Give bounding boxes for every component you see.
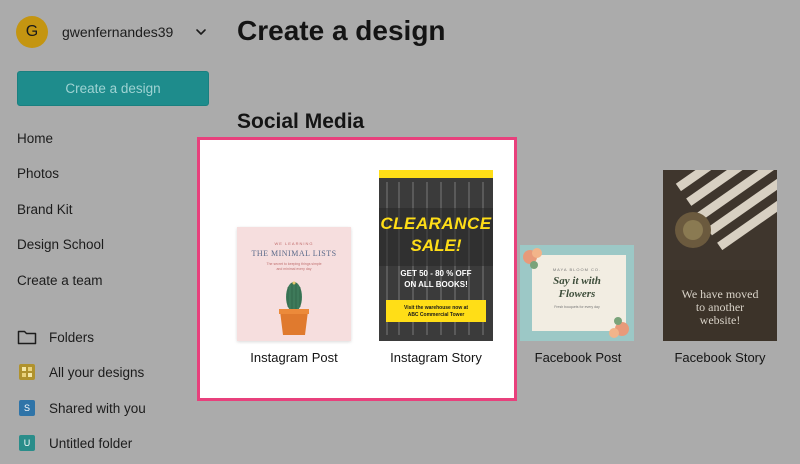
account-switcher[interactable]: G gwenfernandes39 (16, 16, 210, 48)
username: gwenfernandes39 (62, 24, 174, 40)
instagram-post-label: Instagram Post (250, 350, 338, 365)
untitled-folder-label: Untitled folder (49, 435, 133, 451)
facebook-story-thumbnail[interactable]: We have moved to another website! (663, 170, 777, 341)
instagram-story-thumbnail[interactable]: CLEARANCE SALE! GET 50 - 80 % OFF ON ALL… (379, 170, 493, 341)
all-designs-icon (17, 362, 37, 382)
facebook-post-label: Facebook Post (534, 350, 622, 365)
chevron-down-icon[interactable] (194, 25, 208, 39)
instagram-post-thumbnail[interactable]: WE LEARNING THE MINIMAL LISTS The secret… (237, 227, 351, 341)
nav-brand-kit[interactable]: Brand Kit (17, 202, 73, 217)
nav-photos[interactable]: Photos (17, 166, 59, 181)
all-designs-item[interactable]: All your designs (17, 362, 144, 382)
facebook-post-thumbnail[interactable]: MAYA BLOOM CO. Say it with Flowers Fresh… (520, 245, 634, 341)
page-title: Create a design (237, 15, 446, 46)
cactus-image (279, 281, 309, 335)
nav-create-team[interactable]: Create a team (17, 273, 103, 288)
all-designs-label: All your designs (49, 364, 145, 380)
create-design-button[interactable]: Create a design (17, 71, 209, 106)
folders-item[interactable]: Folders (17, 327, 94, 347)
section-title: Social Media (237, 110, 365, 133)
folder-icon (17, 327, 37, 347)
untitled-folder-item[interactable]: U Untitled folder (17, 433, 132, 453)
sidebar: G gwenfernandes39 Create a design Home P… (0, 0, 222, 464)
shared-label: Shared with you (49, 400, 146, 416)
shared-icon: S (17, 398, 37, 418)
instagram-story-label: Instagram Story (390, 350, 482, 365)
untitled-folder-icon: U (17, 433, 37, 453)
facebook-story-label: Facebook Story (674, 350, 766, 365)
all-designs-thumb (19, 364, 35, 380)
avatar[interactable]: G (16, 16, 48, 48)
nav-design-school[interactable]: Design School (17, 237, 104, 252)
nav-home[interactable]: Home (17, 131, 53, 146)
shared-with-you-item[interactable]: S Shared with you (17, 398, 146, 418)
folders-label: Folders (49, 329, 95, 345)
